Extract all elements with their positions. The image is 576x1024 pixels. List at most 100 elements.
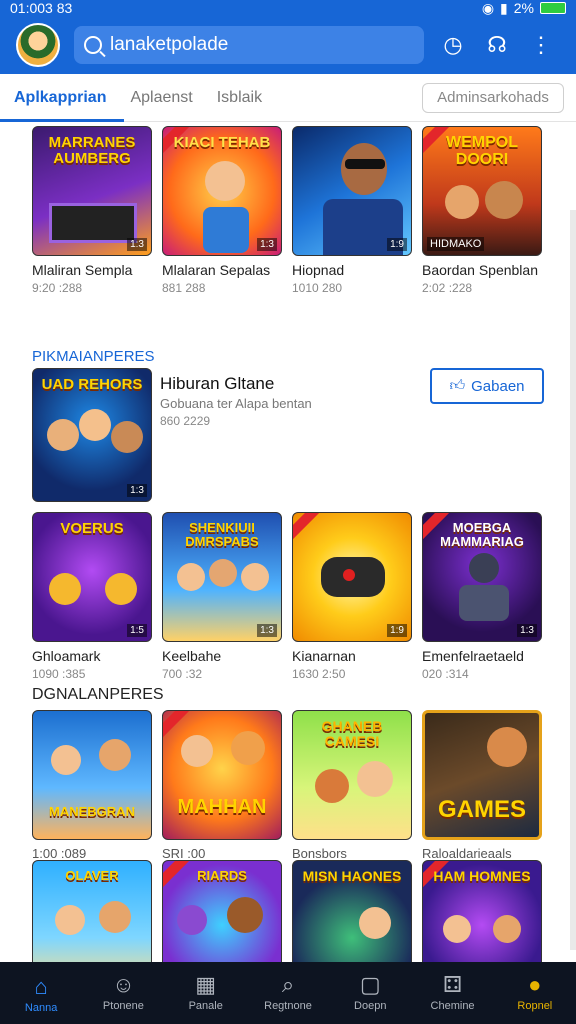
section-heading: DGNALANPERES — [32, 686, 164, 703]
install-button-label: Gabaen — [471, 377, 525, 395]
app-card[interactable]: MAHHAN SRI :00 — [162, 710, 282, 861]
history-icon[interactable]: ◷ — [438, 30, 468, 60]
nav-item-panel[interactable]: ▦ Panale — [165, 962, 247, 1024]
app-thumbnail: MANEBGRAN — [32, 710, 152, 840]
app-meta: SRI :00 — [162, 846, 206, 861]
thumbnail-art-text: GAMES — [437, 796, 526, 823]
battery-icon — [540, 2, 566, 14]
install-button[interactable]: 👍︎ Gabaen — [430, 368, 544, 404]
app-grid-row-3: MANEBGRAN 1:00 :089 MAHHAN SRI :00 GHANE… — [32, 710, 542, 861]
character-body — [459, 585, 509, 621]
thumbnail-art-text: VOERUS — [60, 520, 124, 537]
app-meta: Bonsbors — [292, 846, 347, 861]
app-thumbnail: GAMES — [422, 710, 542, 840]
app-thumbnail: VOERUS 1:5 — [32, 512, 152, 642]
app-meta: 881 288 — [162, 281, 206, 295]
character-face — [49, 573, 81, 605]
app-card[interactable]: GHANEB CAMESI Bonsbors — [292, 710, 412, 861]
app-card[interactable]: WEMPOL DOORI HIDMAKO Baordan Spenblan 2:… — [422, 126, 542, 295]
featured-app[interactable]: UAD REHORS 1:3 Hiburan Gltane Gobuana te… — [32, 368, 544, 502]
thumbnail-badge: 1:3 — [127, 484, 147, 497]
location-pin-icon: ● — [528, 972, 542, 997]
app-card[interactable]: MOEBGA MAMMARIAG 1:3 Emenfelraetaeld 020… — [422, 512, 542, 681]
nav-item-profile[interactable]: ☺ Ptonene — [82, 962, 164, 1024]
tab-0[interactable]: Aplkapprian — [0, 74, 126, 122]
character-face — [493, 915, 521, 943]
character-face — [445, 185, 479, 219]
character-face — [55, 905, 85, 935]
app-meta: 9:20 :288 — [32, 281, 83, 295]
app-card[interactable]: MANEBGRAN 1:00 :089 — [32, 710, 152, 861]
app-thumbnail: MOEBGA MAMMARIAG 1:3 — [422, 512, 542, 642]
app-title: Mlalaran Sepalas — [162, 262, 271, 278]
app-thumbnail: WEMPOL DOORI HIDMAKO — [422, 126, 542, 256]
tab-label: Aplkapprian — [14, 88, 107, 106]
app-thumbnail: 1:9 — [292, 512, 412, 642]
character-face — [99, 739, 131, 771]
nav-label: Chemine — [430, 1000, 475, 1012]
app-grid-row-1: MARRANES AUMBERG 1:3 Mlaliran Sempla 9:2… — [32, 126, 542, 295]
app-thumbnail: MARRANES AUMBERG 1:3 — [32, 126, 152, 256]
app-meta: 1630 2:50 — [292, 667, 346, 681]
headset-icon[interactable]: ☊ — [482, 30, 512, 60]
app-card[interactable]: 1:9 Kianarnan 1630 2:50 — [292, 512, 412, 681]
app-meta: 020 :314 — [422, 667, 469, 681]
gamepad-button-art — [343, 569, 355, 581]
thumbnail-art-text: UAD REHORS — [41, 376, 143, 393]
nav-label: Ptonene — [102, 1000, 144, 1012]
thumbnail-badge: 1:9 — [387, 238, 407, 251]
more-vert-icon[interactable]: ⋮ — [526, 30, 556, 60]
document-icon: ▢ — [359, 972, 381, 997]
app-title: Baordan Spenblan — [422, 262, 538, 278]
character-face — [443, 915, 471, 943]
status-time: 01:003 83 — [10, 0, 73, 16]
thumbnail-art-text: SHENKIUII DMRSPABS — [185, 520, 259, 549]
thumbnail-badge: 1:3 — [517, 624, 537, 637]
thumbnail-art-text: MANEBGRAN — [49, 804, 135, 819]
thumbnail-art-text: OLAVER — [65, 868, 119, 883]
app-title: Hiopnad — [292, 262, 345, 278]
app-card[interactable]: VOERUS 1:5 Ghloamark 1090 :385 — [32, 512, 152, 681]
thumbnail-badge: HIDMAKO — [427, 237, 485, 251]
tab-label: Aplaenst — [130, 88, 193, 106]
character-face — [227, 897, 263, 933]
app-thumbnail: KIACI TEHAB 1:3 — [162, 126, 282, 256]
thumbnail-badge: 1:3 — [257, 624, 277, 637]
nav-item-reward[interactable]: ● Ropnel — [494, 962, 576, 1024]
tab-label: Isblaik — [216, 88, 263, 106]
nav-item-open[interactable]: ▢ Doepn — [329, 962, 411, 1024]
app-card[interactable]: MARRANES AUMBERG 1:3 Mlaliran Sempla 9:2… — [32, 126, 152, 295]
app-meta: 1010 280 — [292, 281, 343, 295]
nav-item-home[interactable]: ⌂ Nanna — [0, 962, 82, 1024]
nav-label: Panale — [188, 1000, 223, 1012]
app-meta: 1090 :385 — [32, 667, 86, 681]
character-face — [341, 143, 387, 195]
scrollbar[interactable] — [570, 210, 576, 950]
character-face — [51, 745, 81, 775]
nav-label: Ropnel — [517, 1000, 553, 1012]
battery-percent: 2% — [513, 0, 534, 16]
app-card[interactable]: GAMES Raloaldarieaals — [422, 710, 542, 861]
tab-2[interactable]: Isblaik — [217, 74, 262, 122]
thumbs-up-icon: 👍︎ — [449, 377, 466, 394]
app-card[interactable]: SHENKIUII DMRSPABS 1:3 Keelbahe 700 :32 — [162, 512, 282, 681]
app-title: Emenfelraetaeld — [422, 648, 524, 664]
search-icon: ⌕ — [281, 972, 295, 997]
avatar[interactable] — [16, 23, 60, 67]
slot-machine-art — [49, 203, 137, 243]
tab-1[interactable]: Aplaenst — [130, 74, 192, 122]
character-face — [241, 563, 269, 591]
nav-item-search[interactable]: ⌕ Regtnone — [247, 962, 329, 1024]
character-body — [203, 207, 249, 253]
app-card[interactable]: KIACI TEHAB 1:3 Mlalaran Sepalas 881 288 — [162, 126, 282, 295]
character-face — [181, 735, 213, 767]
grid-icon: ▦ — [195, 972, 217, 997]
app-card[interactable]: 1:9 Hiopnad 1010 280 — [292, 126, 412, 295]
admin-downloads-button[interactable]: Adminsarkohads — [422, 82, 564, 113]
nav-item-games[interactable]: ⚃ Chemine — [411, 962, 493, 1024]
thumbnail-art-text: MAHHAN — [177, 796, 267, 818]
app-title: Mlaliran Sempla — [32, 262, 133, 278]
thumbnail-art-text: WEMPOL DOORI — [446, 134, 518, 168]
search-input[interactable]: lanaketpolade — [74, 26, 424, 64]
app-thumbnail: UAD REHORS 1:3 — [32, 368, 152, 502]
